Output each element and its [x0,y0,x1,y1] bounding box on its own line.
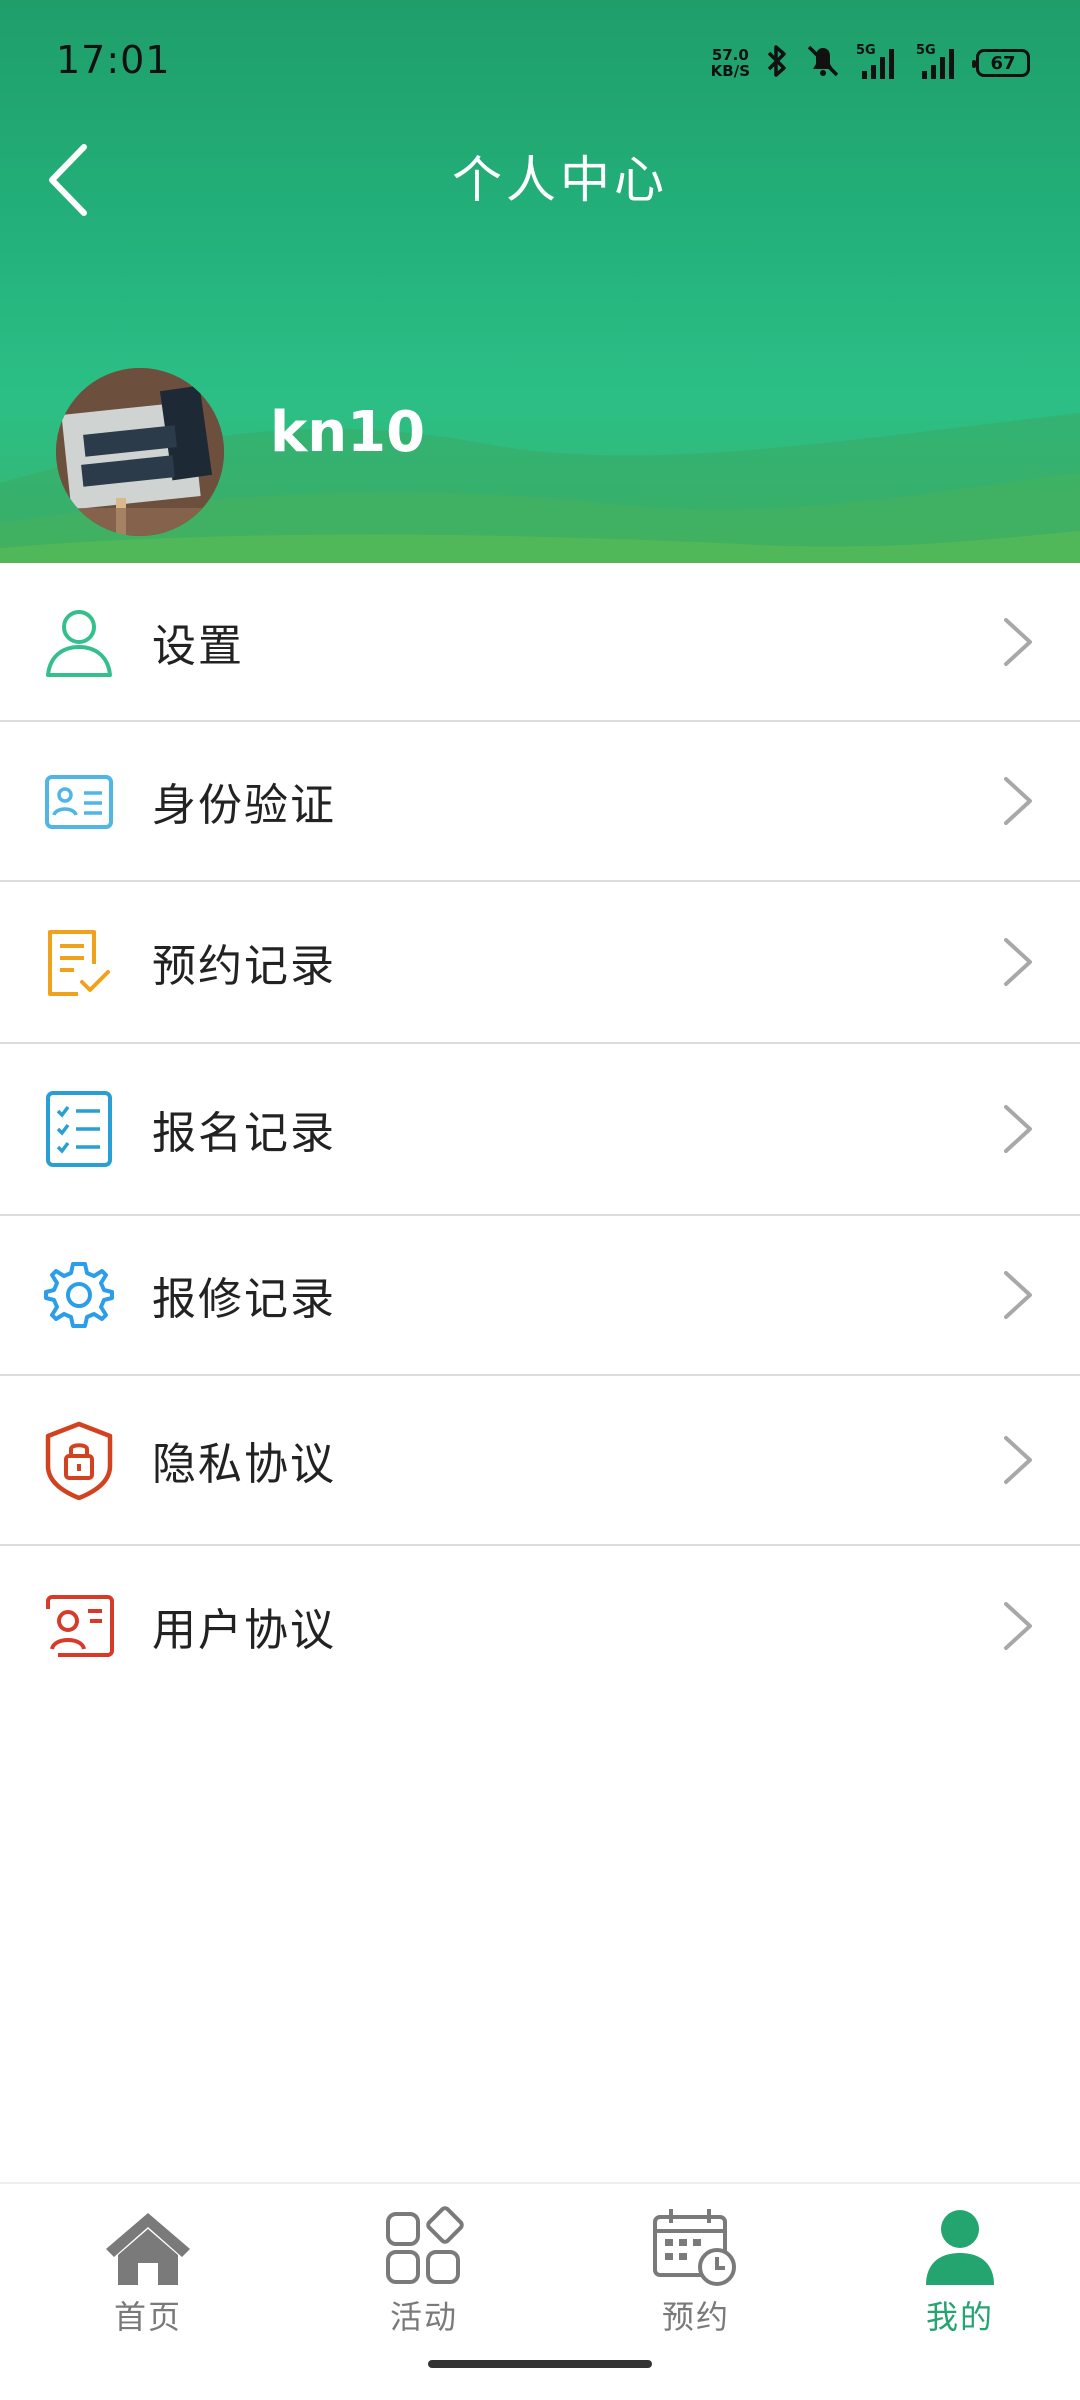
battery-level: 67 [990,52,1016,74]
menu-item-label: 报名记录 [152,1108,336,1159]
status-time: 17:01 [56,38,171,82]
tab-home[interactable]: 首页 [48,2184,248,2354]
apps-icon [374,2202,474,2292]
status-bar: 17:01 57.0 KB/S 5G 5G 67 [0,0,1080,120]
document-check-icon [42,925,116,999]
chevron-right-icon [998,1432,1038,1488]
bell-off-icon [804,43,842,83]
user-outline-icon [42,605,116,679]
menu-item-repair-records[interactable]: 报修记录 [0,1216,1080,1376]
username: kn10 [270,400,426,465]
menu-item-privacy-agreement[interactable]: 隐私协议 [0,1376,1080,1546]
menu-item-label: 预约记录 [152,941,336,992]
chevron-right-icon [998,934,1038,990]
tab-label: 首页 [113,2298,182,2336]
network-speed: 57.0 KB/S [711,47,750,79]
menu-item-identity-verification[interactable]: 身份验证 [0,722,1080,882]
id-card-icon [42,764,116,838]
menu-item-label: 用户协议 [152,1605,336,1656]
menu-item-user-agreement[interactable]: 用户协议 [0,1546,1080,1706]
page-title: 个人中心 [452,151,668,209]
status-icons: 57.0 KB/S 5G 5G 67 [711,40,1030,86]
avatar[interactable] [56,368,224,536]
network-speed-value: 57.0 [711,46,749,64]
menu-item-label: 身份验证 [152,780,336,831]
tab-label: 预约 [661,2298,730,2336]
tab-activities[interactable]: 活动 [324,2184,524,2354]
profile-menu: 设置 身份验证 预约记录 报名记录 报修记录 隐私协议 用户协议 [0,563,1080,1706]
menu-item-settings[interactable]: 设置 [0,563,1080,722]
menu-item-label: 设置 [152,620,244,672]
menu-item-registration-records[interactable]: 报名记录 [0,1044,1080,1216]
menu-item-label: 报修记录 [152,1274,336,1325]
bluetooth-icon [764,44,790,82]
avatar-image [56,368,224,536]
menu-item-reservation-records[interactable]: 预约记录 [0,882,1080,1044]
chevron-right-icon [998,614,1038,670]
signal-icon-2: 5G [916,43,962,81]
chevron-right-icon [998,1598,1038,1654]
bottom-tab-bar: 首页 活动 预约 我的 [0,2182,1080,2352]
shield-lock-icon [42,1421,116,1500]
profile-header: 17:01 57.0 KB/S 5G 5G 67 个人中心 kn10 [0,0,1080,563]
home-icon [98,2202,198,2292]
chevron-right-icon [998,1267,1038,1323]
checklist-icon [42,1091,116,1167]
menu-item-label: 隐私协议 [152,1439,336,1490]
chevron-right-icon [998,1101,1038,1157]
home-indicator[interactable] [428,2360,652,2368]
calendar-clock-icon [646,2202,746,2292]
tab-reservation[interactable]: 预约 [596,2184,796,2354]
signal-icon-1: 5G [856,43,902,81]
tab-mine[interactable]: 我的 [860,2184,1060,2354]
chevron-right-icon [998,773,1038,829]
tab-label: 活动 [389,2298,458,2336]
user-card-icon [42,1589,116,1663]
battery-indicator: 67 [972,49,1030,77]
gear-icon [42,1258,116,1332]
network-speed-unit: KB/S [710,62,750,80]
person-icon [910,2202,1010,2292]
tab-label: 我的 [925,2298,994,2336]
